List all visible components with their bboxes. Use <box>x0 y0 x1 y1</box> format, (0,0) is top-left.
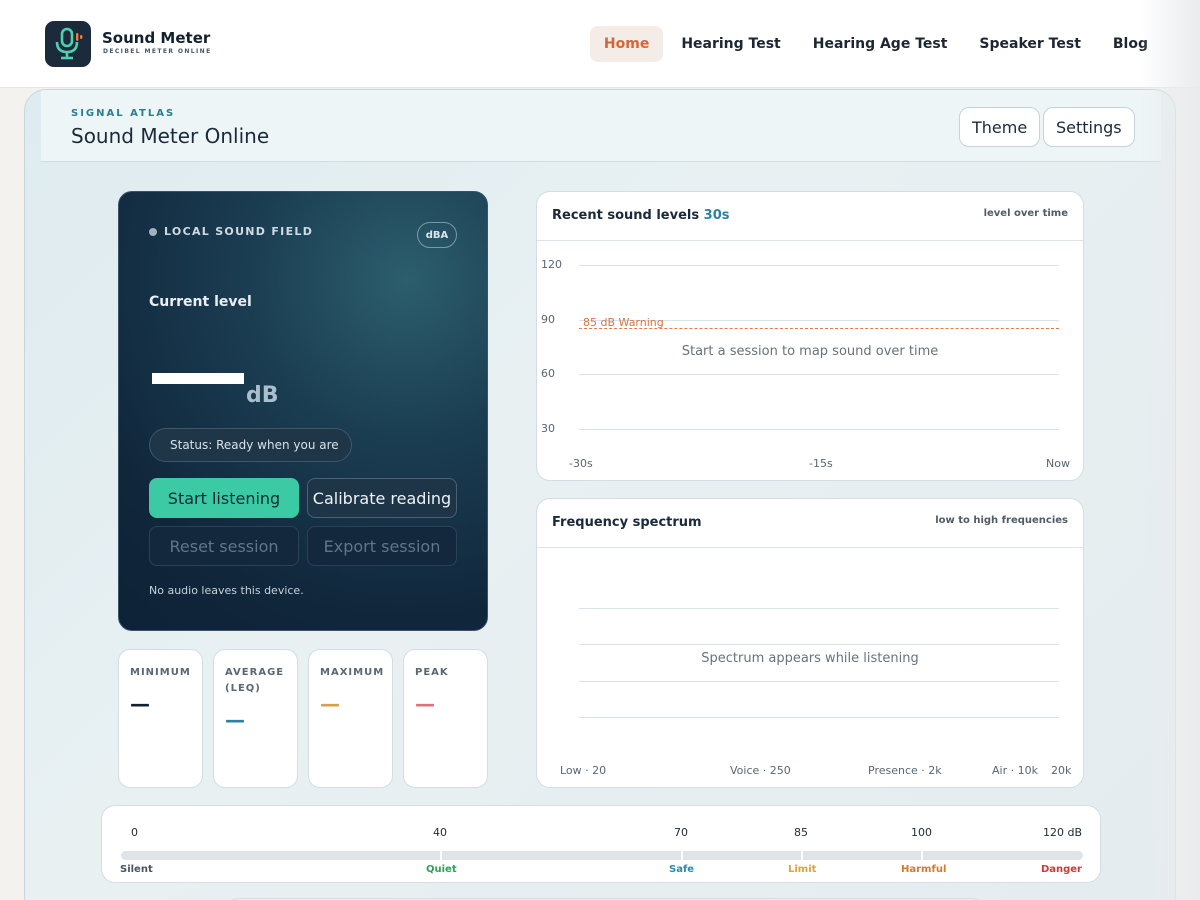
nav-hearing-test[interactable]: Hearing Test <box>667 26 794 62</box>
grid-line <box>579 608 1059 609</box>
scale-zone-label: Silent <box>120 864 153 875</box>
panel-header: Recent sound levels 30s level over time <box>537 192 1083 241</box>
spectrum-empty-message: Spectrum appears while listening <box>701 651 919 666</box>
grid-line <box>579 265 1059 266</box>
scale-value: 100 <box>911 826 932 839</box>
x-tick-label: Presence · 2k <box>868 764 942 777</box>
stat-label: MINIMUM <box>130 667 191 678</box>
stat-value: — <box>130 692 150 716</box>
scale-tick <box>681 851 683 860</box>
nav-blog[interactable]: Blog <box>1099 26 1162 62</box>
status-pill: Status: Ready when you are <box>149 428 352 462</box>
current-level-label: Current level <box>149 294 252 310</box>
weighting-badge[interactable]: dBA <box>417 222 457 248</box>
scale-tick <box>801 851 803 860</box>
scale-zone-label: Harmful <box>901 864 947 875</box>
panel-meta: level over time <box>983 208 1068 219</box>
status-dot-icon <box>149 228 157 236</box>
main-nav: Home Hearing Test Hearing Age Test Speak… <box>589 26 1162 62</box>
x-tick-label: Voice · 250 <box>730 764 791 777</box>
scale-tick <box>440 851 442 860</box>
grid-line <box>579 374 1059 375</box>
stat-value: — <box>320 692 340 716</box>
grid-line <box>579 429 1059 430</box>
sound-meter-card: LOCAL SOUND FIELD dBA Current level dB S… <box>118 191 488 631</box>
panel-title: Recent sound levels 30s <box>552 208 730 223</box>
start-listening-button[interactable]: Start listening <box>149 478 299 518</box>
grid-line <box>579 717 1059 718</box>
scale-value: 85 <box>794 826 808 839</box>
scale-zone-label: Danger <box>1040 864 1082 875</box>
meter-eyebrow: LOCAL SOUND FIELD <box>164 225 314 238</box>
stat-value: — <box>415 692 435 716</box>
reset-session-button[interactable]: Reset session <box>149 526 299 566</box>
warning-threshold-label: 85 dB Warning <box>583 316 664 329</box>
y-tick-label: 120 <box>541 258 562 271</box>
app-header: SIGNAL ATLAS Sound Meter Online Theme Se… <box>41 90 1161 162</box>
stat-label: PEAK <box>415 667 449 678</box>
scale-zone-label: Safe <box>669 864 695 875</box>
stat-label: MAXIMUM <box>320 667 385 678</box>
grid-line <box>579 681 1059 682</box>
stat-value: — <box>225 708 245 732</box>
export-session-button[interactable]: Export session <box>307 526 457 566</box>
level-unit: dB <box>246 383 279 408</box>
calibrate-reading-button[interactable]: Calibrate reading <box>307 478 457 518</box>
scale-value: 40 <box>433 826 447 839</box>
x-tick-label: Air · 10k <box>992 764 1038 777</box>
x-tick-label: 20k <box>1051 764 1072 777</box>
stat-card-maximum: MAXIMUM — <box>308 649 393 788</box>
time-window-label: 30s <box>703 208 730 223</box>
nav-home[interactable]: Home <box>589 26 664 62</box>
x-tick-label: Now <box>1046 457 1070 470</box>
chart-empty-message: Start a session to map sound over time <box>681 344 939 359</box>
grid-line <box>579 644 1059 645</box>
scale-zone-label: Quiet <box>426 864 457 875</box>
y-tick-label: 30 <box>541 422 555 435</box>
panel-header: Frequency spectrum low to high frequenci… <box>537 499 1083 548</box>
brand-tagline: DECIBEL METER ONLINE <box>103 48 212 55</box>
page-title: Sound Meter Online <box>71 124 270 148</box>
scale-tick <box>921 851 923 860</box>
stat-label: AVERAGE (LEQ) <box>225 667 285 694</box>
scale-value: 0 <box>131 826 138 839</box>
app-shell: SIGNAL ATLAS Sound Meter Online Theme Se… <box>24 89 1176 900</box>
panel-meta: low to high frequencies <box>935 515 1068 526</box>
frequency-spectrum-panel: Frequency spectrum low to high frequenci… <box>536 498 1084 788</box>
privacy-note: No audio leaves this device. <box>149 584 304 597</box>
sound-meter-logo[interactable] <box>45 21 91 67</box>
brand-name[interactable]: Sound Meter <box>102 29 210 47</box>
microphone-icon <box>55 27 83 60</box>
level-readout-placeholder <box>152 373 244 384</box>
top-navigation-bar: Sound Meter DECIBEL METER ONLINE Home He… <box>0 0 1200 88</box>
recent-levels-panel: Recent sound levels 30s level over time … <box>536 191 1084 481</box>
stat-card-peak: PEAK — <box>403 649 488 788</box>
x-tick-label: -30s <box>569 457 593 470</box>
stat-card-average: AVERAGE (LEQ) — <box>213 649 298 788</box>
panel-title: Frequency spectrum <box>552 515 702 530</box>
y-tick-label: 60 <box>541 367 555 380</box>
scale-value: 120 dB <box>1042 826 1082 839</box>
nav-speaker-test[interactable]: Speaker Test <box>965 26 1094 62</box>
panel-title-text: Recent sound levels <box>552 208 700 223</box>
theme-button[interactable]: Theme <box>959 107 1041 147</box>
x-tick-label: Low · 20 <box>560 764 607 777</box>
app-eyebrow: SIGNAL ATLAS <box>71 108 176 119</box>
scale-track <box>121 851 1083 860</box>
decibel-scale: 0 40 70 85 100 120 dB Silent Quiet Safe … <box>101 805 1101 883</box>
x-tick-label: -15s <box>809 457 833 470</box>
stat-card-minimum: MINIMUM — <box>118 649 203 788</box>
nav-hearing-age-test[interactable]: Hearing Age Test <box>799 26 962 62</box>
scale-value: 70 <box>674 826 688 839</box>
settings-button[interactable]: Settings <box>1043 107 1135 147</box>
scale-zone-label: Limit <box>788 864 817 875</box>
y-tick-label: 90 <box>541 313 555 326</box>
